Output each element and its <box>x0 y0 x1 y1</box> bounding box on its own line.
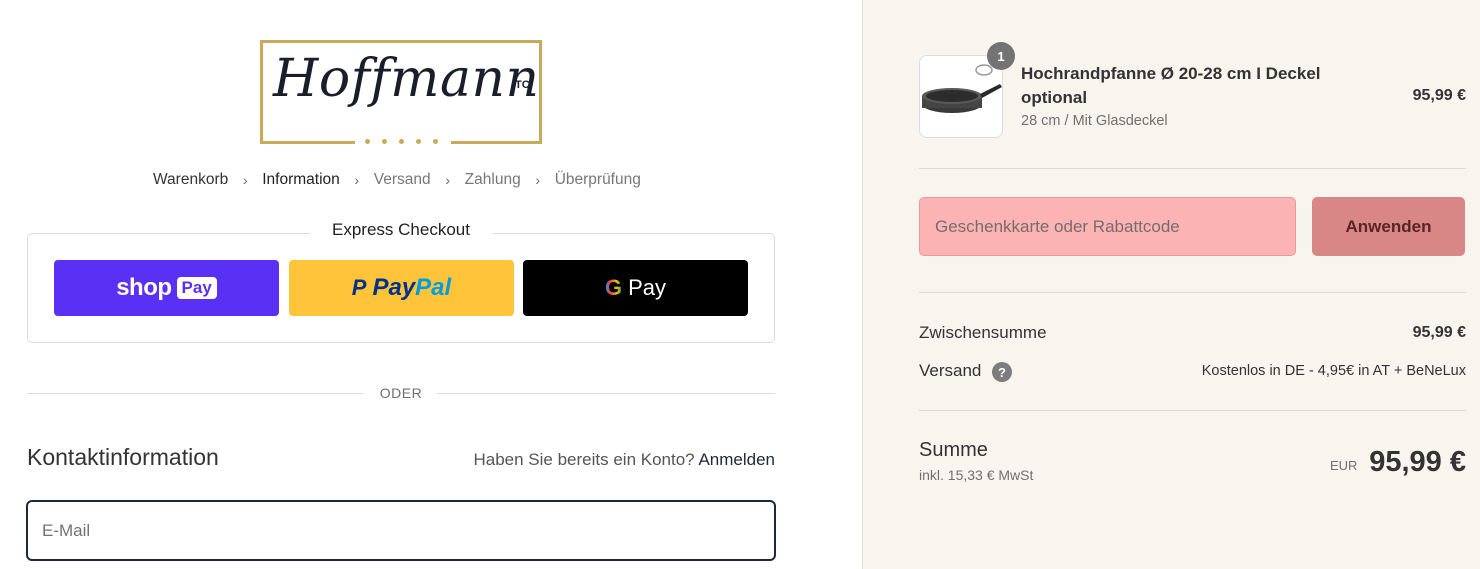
quantity-badge: 1 <box>987 42 1015 70</box>
summary-divider <box>919 292 1466 293</box>
summary-divider <box>919 410 1466 411</box>
apply-discount-button[interactable]: Anwenden <box>1312 197 1465 256</box>
product-name: Hochrandpfanne Ø 20-28 cm I Deckel optio… <box>1021 64 1321 107</box>
google-pay-label: Pay <box>628 275 667 300</box>
divider-label: ODER <box>379 385 423 401</box>
paypal-word-pay: Pay <box>372 274 416 301</box>
help-icon[interactable]: ? <box>992 362 1012 382</box>
shipping-value: Kostenlos in DE - 4,95€ in AT + BeNeLux <box>1201 363 1466 379</box>
hoffmann-logo[interactable]: Hoffmann TC <box>260 40 542 145</box>
breadcrumb-zahlung: Zahlung <box>464 171 521 188</box>
total-label: Summe <box>919 439 988 461</box>
discount-code-input[interactable] <box>919 197 1296 256</box>
breadcrumb-ueberpruefung: Überprüfung <box>554 171 641 188</box>
shop-pay-word: shop <box>116 274 172 301</box>
chevron-right-icon: › <box>242 172 248 188</box>
subtotal-label: Zwischensumme <box>919 323 1047 342</box>
google-g-icon: G <box>604 275 623 300</box>
chevron-right-icon: › <box>354 172 360 188</box>
currency-code: EUR <box>1330 458 1358 473</box>
total-value: 95,99 € <box>1369 446 1466 478</box>
shop-pay-box: Pay <box>176 277 217 299</box>
shipping-label: Versand <box>919 361 982 380</box>
product-price: 95,99 € <box>1412 87 1466 104</box>
account-prompt-text: Haben Sie bereits ein Konto? <box>473 450 695 469</box>
chevron-right-icon: › <box>445 172 450 188</box>
breadcrumb: Warenkorb › Information › Versand › Zahl… <box>153 171 641 189</box>
logo-dots <box>263 131 539 149</box>
logo-wordmark: Hoffmann <box>273 49 540 109</box>
email-field[interactable] <box>26 500 776 561</box>
breadcrumb-warenkorb[interactable]: Warenkorb <box>153 171 228 189</box>
google-pay-button[interactable]: G Pay <box>523 260 748 316</box>
breadcrumb-versand: Versand <box>373 171 431 188</box>
chevron-right-icon: › <box>535 172 541 188</box>
contact-section-title: Kontaktinformation <box>27 444 219 470</box>
shop-pay-button[interactable]: shop Pay <box>54 260 279 316</box>
paypal-button[interactable]: P Pay Pal <box>289 260 514 316</box>
logo-superscript: TC <box>515 79 530 91</box>
paypal-icon: P <box>351 275 367 300</box>
divider-line-left <box>27 393 364 394</box>
login-link[interactable]: Anmelden <box>698 450 775 469</box>
product-variant: 28 cm / Mit Glasdeckel <box>1021 113 1168 129</box>
subtotal-value: 95,99 € <box>1412 324 1466 341</box>
account-prompt: Haben Sie bereits ein Konto? Anmelden <box>473 450 775 470</box>
tax-note: inkl. 15,33 € MwSt <box>919 467 1034 483</box>
checkout-main-panel: Hoffmann TC Warenkorb › Information › Ve… <box>0 0 862 569</box>
product-thumbnail <box>919 55 1003 138</box>
paypal-word-pal: Pal <box>415 274 452 301</box>
summary-divider <box>919 168 1466 169</box>
frying-pan-icon <box>922 64 1002 113</box>
express-checkout-title: Express Checkout <box>310 220 492 240</box>
divider-line-right <box>437 393 775 394</box>
breadcrumb-information: Information <box>262 171 340 188</box>
